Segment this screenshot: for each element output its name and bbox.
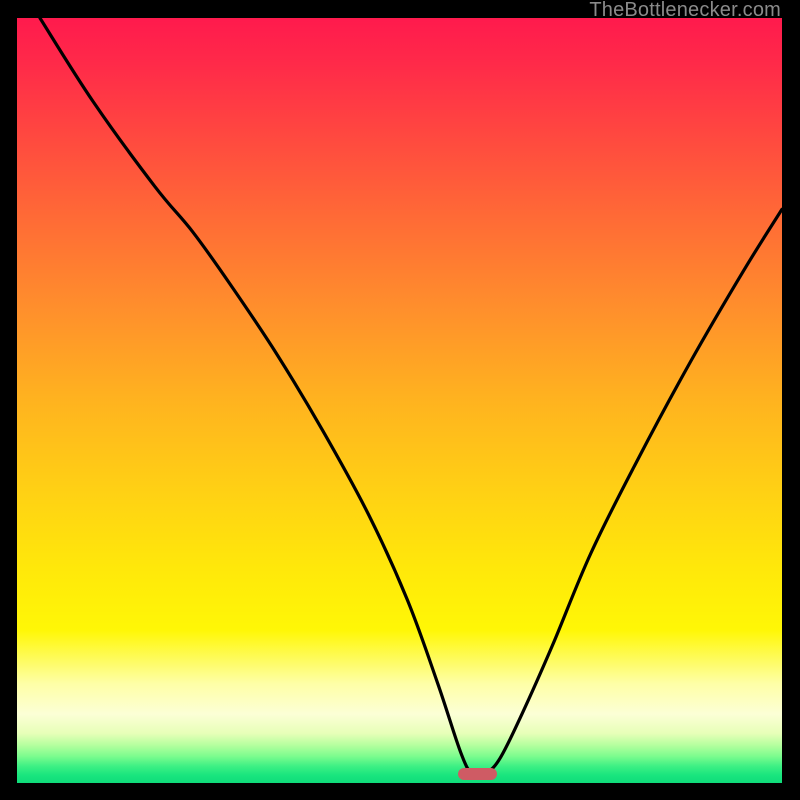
chart-frame: TheBottlenecker.com [0,0,800,800]
plot-area [17,18,782,783]
optimal-marker [458,768,498,780]
source-credit: TheBottlenecker.com [589,0,781,22]
heat-gradient-background [17,18,782,783]
